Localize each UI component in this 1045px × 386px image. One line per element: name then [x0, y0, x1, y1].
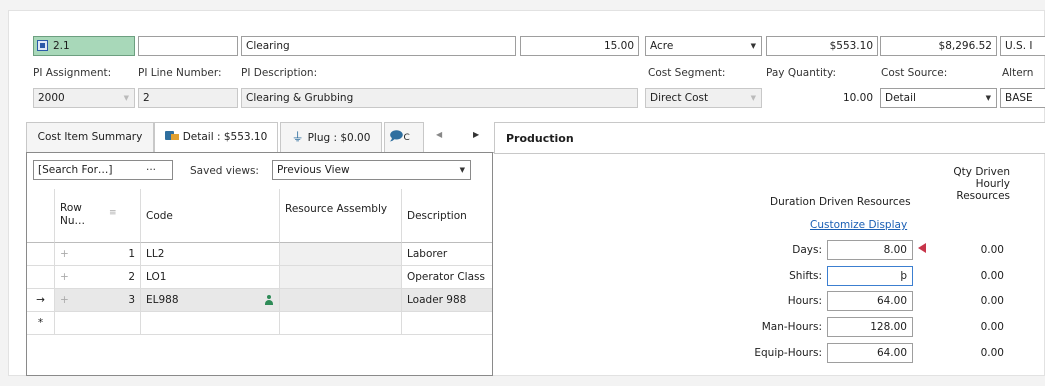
table-row-selected[interactable]: → +3 EL988 Loader 988 [27, 289, 492, 312]
pi-assignment-label: PI Assignment: [33, 67, 112, 79]
tab-scroll-left-button[interactable]: ◀ [436, 130, 442, 139]
hours-field[interactable]: 64.00 [827, 291, 913, 311]
expand-icon[interactable]: + [60, 266, 69, 288]
assembly-cell[interactable] [280, 312, 402, 335]
tab-detail[interactable]: Detail : $553.10 [154, 122, 278, 154]
chevron-down-icon: ▼ [750, 94, 756, 102]
new-row[interactable]: * [27, 312, 492, 335]
code-cell[interactable] [141, 312, 280, 335]
detail-icon [164, 130, 179, 141]
row-indicator-header [27, 189, 55, 243]
code-cell[interactable]: LL2 [141, 243, 280, 266]
warning-arrow-icon [918, 243, 926, 253]
row-num-cell[interactable]: +3 [55, 289, 141, 312]
description-cell[interactable]: Operator Class [402, 266, 492, 289]
code-cell[interactable]: LO1 [141, 266, 280, 289]
description-cell[interactable] [402, 312, 492, 335]
column-header-code[interactable]: Code [141, 189, 280, 243]
production-header [494, 122, 1045, 154]
pi-description-label: PI Description: [241, 67, 318, 79]
cost-source-select[interactable]: Detail ▼ [880, 88, 997, 108]
ellipsis-icon[interactable]: ··· [146, 161, 156, 179]
assembly-cell[interactable] [280, 266, 402, 289]
grid-header-row: Row Nu… ≡ Code Resource Assembly Descrip… [27, 189, 492, 243]
cost-segment-label: Cost Segment: [648, 67, 726, 79]
row-num-cell[interactable] [55, 312, 141, 335]
expand-icon[interactable]: + [60, 243, 69, 265]
description-field[interactable]: Clearing [241, 36, 516, 56]
row-indicator [27, 266, 55, 289]
cost-source-label: Cost Source: [881, 67, 948, 79]
pi-line-number-field[interactable]: 2 [138, 88, 238, 108]
pay-quantity-label: Pay Quantity: [766, 67, 836, 79]
days-qty-value: 0.00 [980, 244, 1004, 256]
cost-segment-select[interactable]: Direct Cost ▼ [645, 88, 762, 108]
tab-cost-item-summary[interactable]: Cost Item Summary [26, 122, 154, 152]
row-num-cell[interactable]: +1 [55, 243, 141, 266]
shifts-label: Shifts: [789, 270, 822, 282]
man-hours-field[interactable]: 128.00 [827, 317, 913, 337]
item-code-field[interactable]: 2.1 [33, 36, 135, 56]
man-hours-qty-value: 0.00 [980, 321, 1004, 333]
description-cell[interactable]: Laborer [402, 243, 492, 266]
column-header-resource-assembly[interactable]: Resource Assembly [280, 189, 402, 243]
total-field[interactable]: $8,296.52 [880, 36, 997, 56]
days-label: Days: [792, 244, 822, 256]
production-title: Production [506, 132, 574, 145]
line-blank-field[interactable] [138, 36, 238, 56]
tab-scroll-right-button[interactable]: ▶ [473, 130, 479, 139]
saved-views-label: Saved views: [190, 165, 259, 177]
alternate-label: Altern [1002, 67, 1034, 79]
saved-views-select[interactable]: Previous View ▼ [272, 160, 471, 180]
unit-price-field[interactable]: $553.10 [766, 36, 878, 56]
row-num-cell[interactable]: +2 [55, 266, 141, 289]
customize-display-link[interactable]: Customize Display [810, 219, 907, 231]
description-cell[interactable]: Loader 988 [402, 289, 492, 312]
comment-icon: 🗩 [389, 129, 404, 144]
unit-select[interactable]: Acre ▼ [645, 36, 762, 56]
table-row[interactable]: +1 LL2 Laborer [27, 243, 492, 266]
person-icon [265, 295, 273, 305]
equip-hours-field[interactable]: 64.00 [827, 343, 913, 363]
equip-hours-label: Equip-Hours: [754, 347, 822, 359]
qty-driven-header: Qty Driven Hourly Resources [953, 166, 1010, 202]
hours-qty-value: 0.00 [980, 295, 1004, 307]
chevron-down-icon: ▼ [459, 166, 465, 174]
alternate-field[interactable]: BASE [1000, 88, 1045, 108]
new-row-indicator: * [27, 312, 55, 335]
tab-comments[interactable]: 🗩C [384, 122, 424, 152]
pay-quantity-field[interactable]: 10.00 [766, 88, 878, 108]
row-indicator [27, 243, 55, 266]
equip-hours-qty-value: 0.00 [980, 347, 1004, 359]
assembly-cell[interactable] [280, 289, 402, 312]
table-row[interactable]: +2 LO1 Operator Class [27, 266, 492, 289]
currency-field[interactable]: U.S. I [1000, 36, 1045, 56]
tab-plug[interactable]: ⏚ Plug : $0.00 [280, 122, 382, 152]
man-hours-label: Man-Hours: [761, 321, 822, 333]
assembly-cell[interactable] [280, 243, 402, 266]
shifts-field[interactable]: þ [827, 266, 913, 286]
expand-icon[interactable]: + [60, 289, 69, 311]
pi-line-number-label: PI Line Number: [138, 67, 222, 79]
quantity-field[interactable]: 15.00 [520, 36, 639, 56]
code-cell[interactable]: EL988 [141, 289, 280, 312]
pi-description-field[interactable]: Clearing & Grubbing [241, 88, 638, 108]
column-header-row-num[interactable]: Row Nu… ≡ [55, 189, 141, 243]
chevron-down-icon: ▼ [123, 94, 129, 102]
hours-label: Hours: [787, 295, 822, 307]
plug-icon: ⏚ [291, 130, 304, 144]
pi-assignment-select[interactable]: 2000 ▼ [33, 88, 135, 108]
item-grid-icon [37, 40, 48, 51]
duration-driven-header: Duration Driven Resources [770, 196, 911, 208]
chevron-down-icon: ▼ [750, 42, 756, 50]
chevron-down-icon: ▼ [985, 94, 991, 102]
shifts-qty-value: 0.00 [980, 270, 1004, 282]
sort-icon: ≡ [109, 208, 117, 218]
row-indicator: → [27, 289, 55, 312]
days-field[interactable]: 8.00 [827, 240, 913, 260]
search-input[interactable]: [Search For…] ··· [33, 160, 173, 180]
column-header-description[interactable]: Description [402, 189, 492, 243]
